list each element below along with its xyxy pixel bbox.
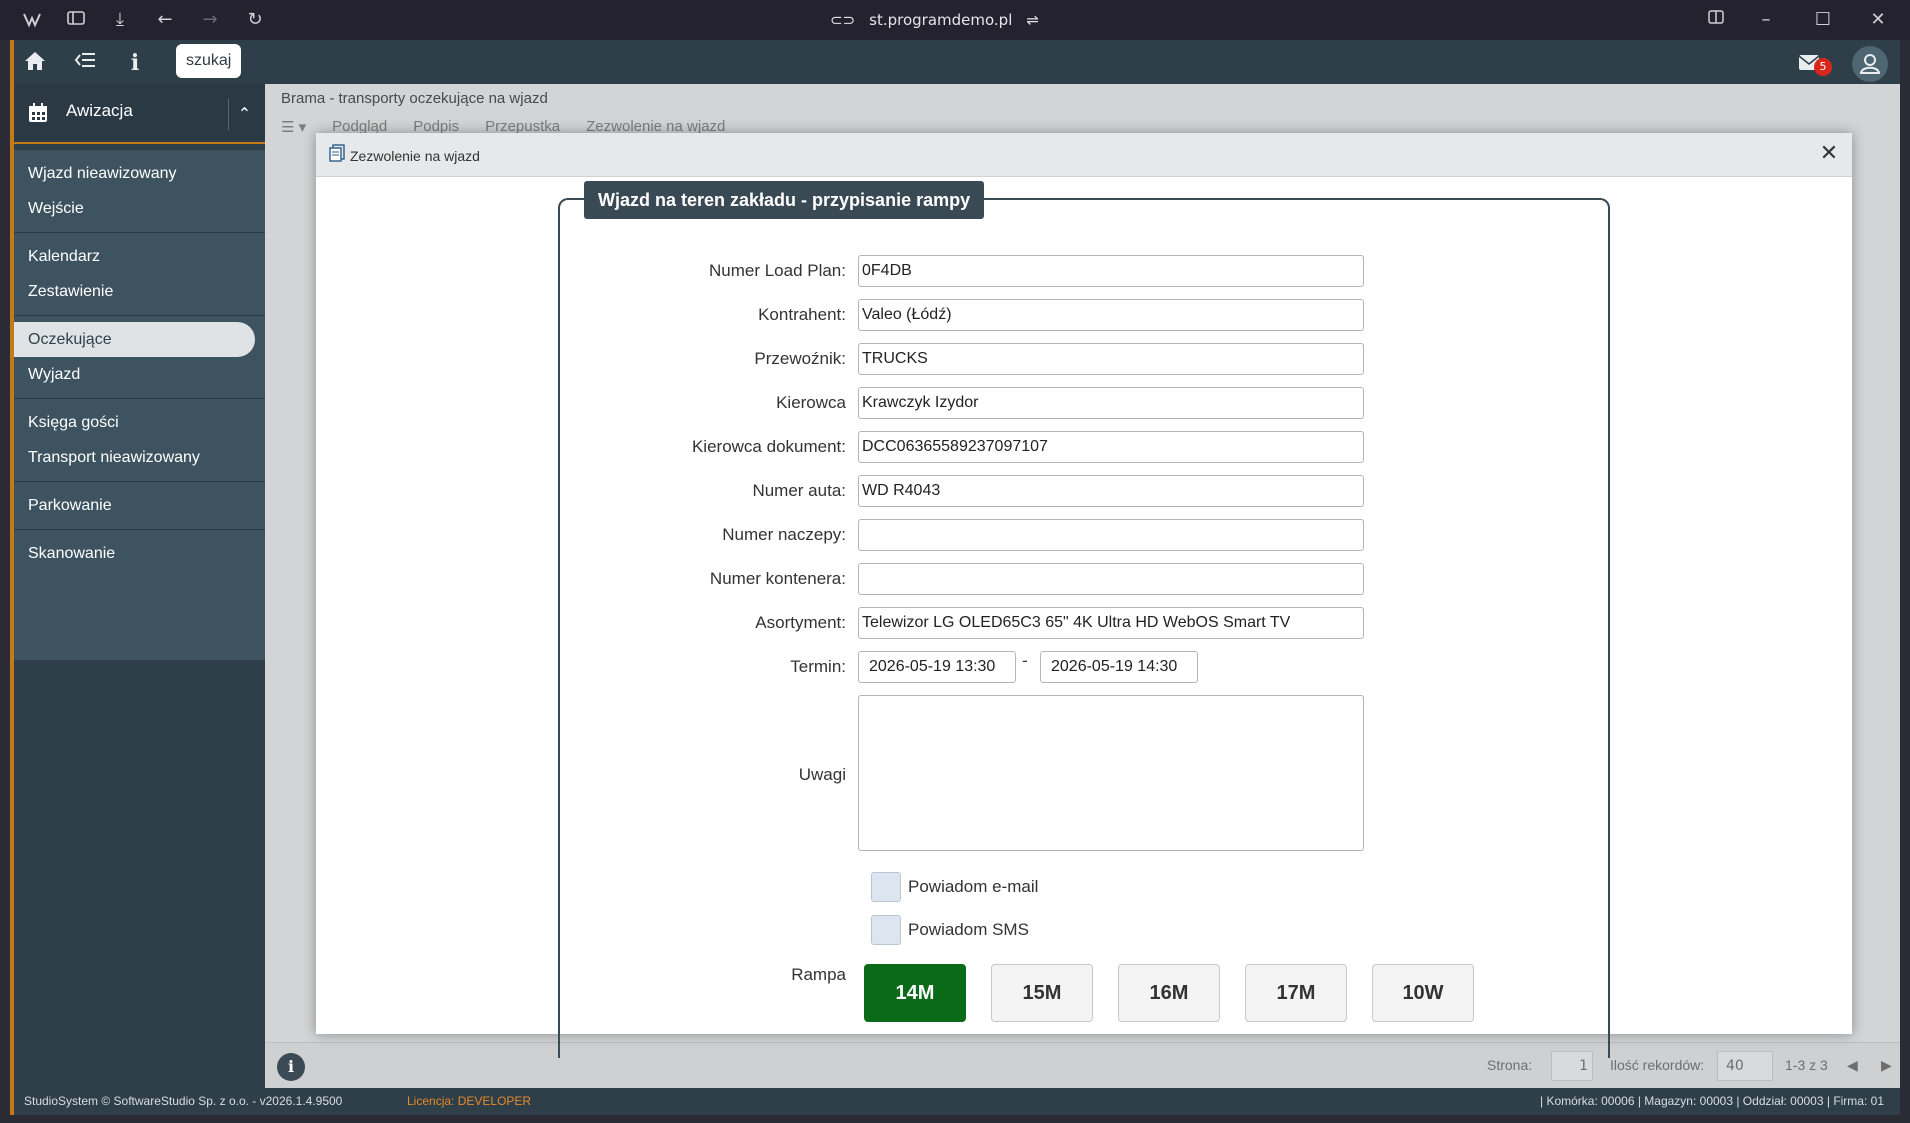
- vehicle-number-label: Numer auta:: [752, 481, 846, 500]
- term-to-field[interactable]: 2026-05-19 14:30: [1040, 651, 1198, 683]
- notes-textarea[interactable]: [858, 695, 1364, 851]
- document-icon: [329, 144, 345, 162]
- ramp-option-16m[interactable]: 16M: [1118, 964, 1220, 1022]
- term-separator: -: [1022, 651, 1028, 670]
- notify-sms-checkbox[interactable]: [871, 915, 901, 945]
- dialog-title: Zezwolenie na wjazd: [350, 148, 480, 164]
- carrier-field[interactable]: TRUCKS: [858, 343, 1364, 375]
- load-plan-label: Numer Load Plan:: [708, 261, 846, 280]
- ramp-option-15m[interactable]: 15M: [991, 964, 1093, 1022]
- container-number-field[interactable]: [858, 563, 1364, 595]
- container-number-label: Numer kontenera:: [709, 569, 846, 588]
- notify-email-label: Powiadom e-mail: [908, 877, 1039, 896]
- contractor-label: Kontrahent:: [758, 305, 846, 324]
- ramp-option-14m[interactable]: 14M: [864, 964, 966, 1022]
- trailer-number-label: Numer naczepy:: [722, 525, 846, 544]
- assortment-field[interactable]: Telewizor LG OLED65C3 65" 4K Ultra HD We…: [858, 607, 1364, 639]
- trailer-number-field[interactable]: [858, 519, 1364, 551]
- driver-field[interactable]: Krawczyk Izydor: [858, 387, 1364, 419]
- notify-email-checkbox[interactable]: [871, 872, 901, 902]
- contractor-field[interactable]: Valeo (Łódź): [858, 299, 1364, 331]
- close-icon[interactable]: ✕: [1816, 141, 1842, 167]
- notify-sms-label: Powiadom SMS: [908, 920, 1029, 939]
- entry-permit-dialog: Zezwolenie na wjazd ✕ Wjazd na teren zak…: [316, 133, 1852, 1058]
- dialog-header: Zezwolenie na wjazd ✕: [316, 133, 1852, 177]
- term-from-field[interactable]: 2026-05-19 13:30: [858, 651, 1016, 683]
- assortment-label: Asortyment:: [755, 613, 846, 632]
- driver-document-label: Kierowca dokument:: [691, 437, 846, 456]
- ramp-option-17m[interactable]: 17M: [1245, 964, 1347, 1022]
- ramp-label: Rampa: [791, 965, 846, 984]
- ramp-option-10w[interactable]: 10W: [1372, 964, 1474, 1022]
- modal-layer: Zezwolenie na wjazd ✕ Wjazd na teren zak…: [0, 0, 1910, 1123]
- driver-document-field[interactable]: DCC06365589237097107: [858, 431, 1364, 463]
- vehicle-number-field[interactable]: WD R4043: [858, 475, 1364, 507]
- term-label: Termin:: [790, 657, 846, 676]
- notes-label: Uwagi: [798, 765, 846, 784]
- load-plan-field[interactable]: 0F4DB: [858, 255, 1364, 287]
- carrier-label: Przewoźnik:: [754, 349, 846, 368]
- fieldset-legend: Wjazd na teren zakładu - przypisanie ram…: [584, 181, 985, 219]
- driver-label: Kierowca: [776, 393, 846, 412]
